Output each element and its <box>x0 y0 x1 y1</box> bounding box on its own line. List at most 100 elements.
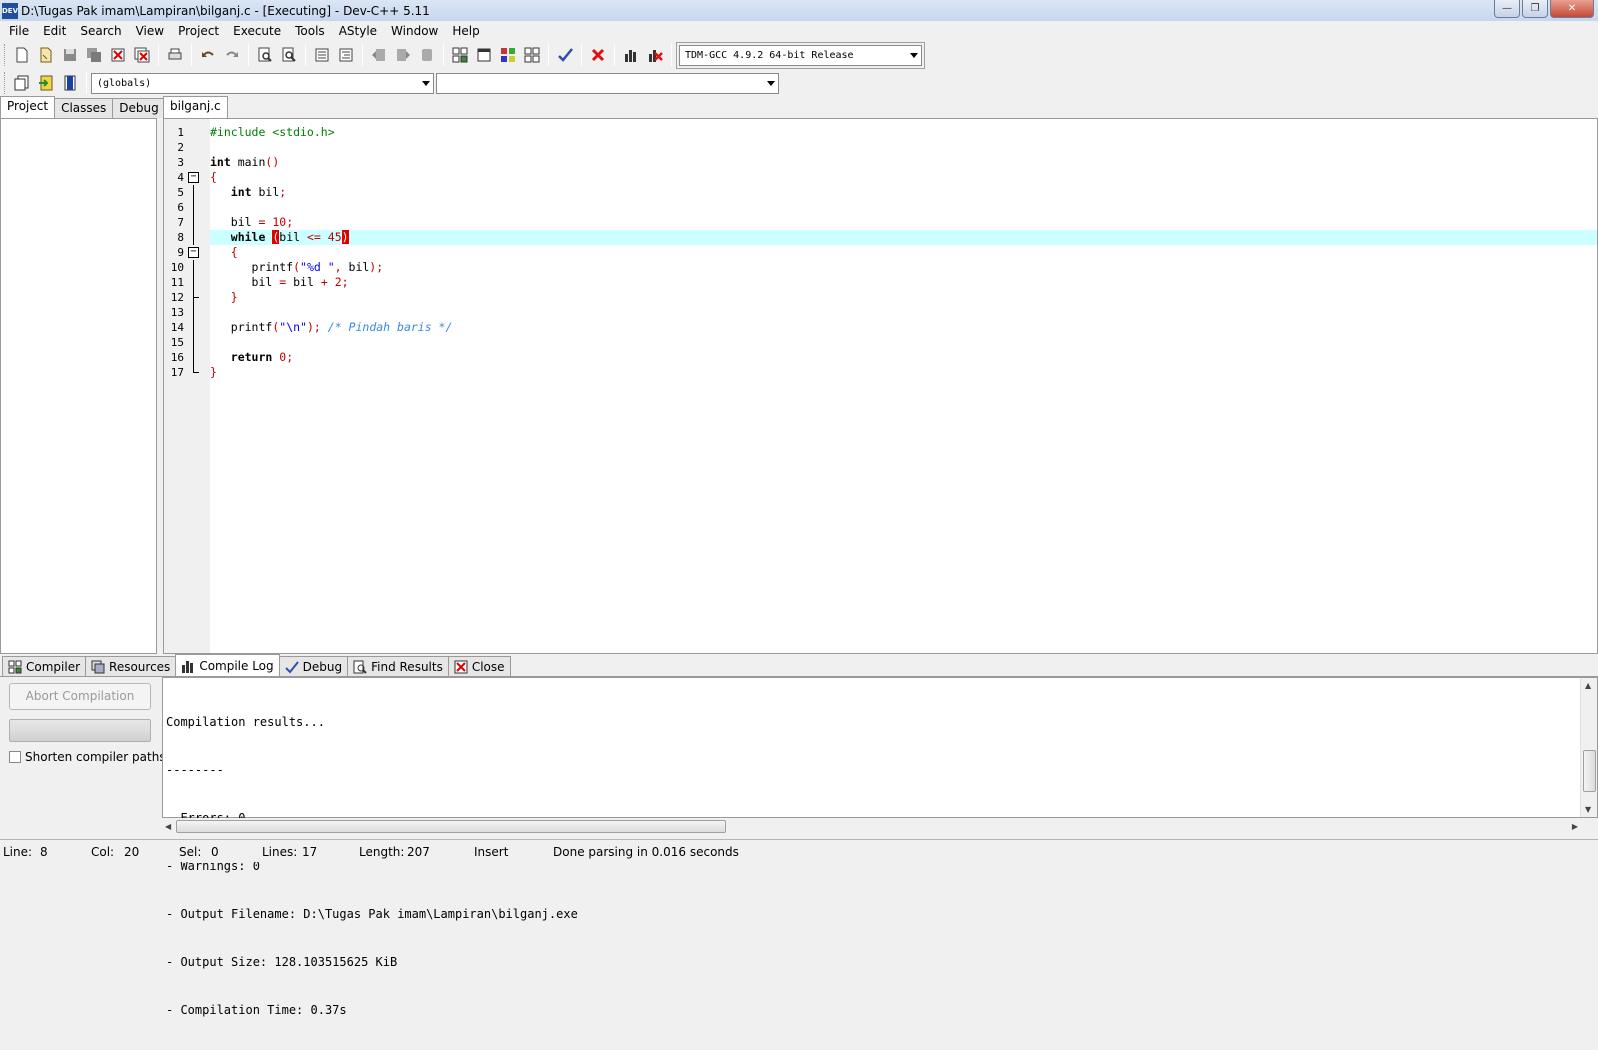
bar-chart-icon <box>182 660 194 673</box>
compiler-select[interactable]: TDM-GCC 4.9.2 64-bit Release <box>679 44 922 66</box>
scroll-up-icon[interactable]: ▲ <box>1585 681 1591 690</box>
tab-find-results[interactable]: Find Results <box>347 656 449 676</box>
status-message: Done parsing in 0.016 seconds <box>553 845 739 859</box>
code-line: 15 <box>171 335 1597 350</box>
menu-tools[interactable]: Tools <box>288 24 332 38</box>
shorten-paths-checkbox[interactable] <box>9 751 21 763</box>
insert-icon[interactable] <box>11 72 33 94</box>
print-icon[interactable] <box>164 44 186 66</box>
scrollbar-thumb[interactable] <box>1583 750 1596 792</box>
tab-resources[interactable]: Resources <box>85 656 177 676</box>
run-icon[interactable] <box>473 44 495 66</box>
toolbar-separator <box>548 44 549 66</box>
code-editor[interactable]: 1 #include <stdio.h> 2 3 int main() 4−{ 5 … <box>163 118 1598 654</box>
tab-compile-log-label: Compile Log <box>199 658 274 673</box>
menu-astyle[interactable]: AStyle <box>332 24 384 38</box>
editor-tabs: bilganj.c <box>163 96 1598 118</box>
goto-forward-icon[interactable] <box>392 44 414 66</box>
goto-back-icon[interactable] <box>368 44 390 66</box>
shorten-paths-option[interactable]: Shorten compiler paths <box>9 750 166 764</box>
scroll-right-icon[interactable]: ▶ <box>1572 822 1578 831</box>
resources-icon <box>91 660 105 673</box>
rebuild-icon[interactable] <box>521 44 543 66</box>
toolbar-grip[interactable] <box>4 72 7 94</box>
tab-compiler[interactable]: Compiler <box>2 656 87 676</box>
tab-debug[interactable]: Debug <box>112 98 166 118</box>
chevron-down-icon[interactable] <box>910 52 918 58</box>
close-button[interactable]: ✕ <box>1550 0 1594 18</box>
toolbar-separator <box>362 44 363 66</box>
compile-progress-bar <box>9 719 151 742</box>
tab-compile-log[interactable]: Compile Log <box>175 654 280 676</box>
unindent-icon[interactable] <box>335 44 357 66</box>
stop-execution-icon[interactable] <box>587 44 609 66</box>
delete-profile-icon[interactable] <box>644 44 666 66</box>
open-file-icon[interactable] <box>35 44 57 66</box>
scope-select[interactable]: (globals) <box>91 72 434 94</box>
menu-window[interactable]: Window <box>384 24 445 38</box>
log-line: - Output Size: 128.103515625 KiB <box>166 955 398 969</box>
minimize-button[interactable]: — <box>1494 0 1520 18</box>
fold-collapse-icon[interactable]: − <box>188 247 199 258</box>
tab-classes[interactable]: Classes <box>54 98 114 118</box>
tab-close-panel[interactable]: Close <box>447 656 511 676</box>
find-icon[interactable] <box>254 44 276 66</box>
compile-log-output[interactable]: Compilation results... -------- - Errors… <box>162 677 1598 1017</box>
save-icon[interactable] <box>59 44 81 66</box>
syntax-check-icon[interactable] <box>554 44 576 66</box>
indent-icon[interactable] <box>311 44 333 66</box>
main-toolbar: TDM-GCC 4.9.2 64-bit Release <box>0 41 940 69</box>
code-line: 3 int main() <box>177 155 280 169</box>
class-toolbar: (globals) <box>0 69 800 97</box>
tab-project[interactable]: Project <box>0 96 56 118</box>
abort-compilation-button[interactable]: Abort Compilation <box>9 683 151 710</box>
member-select[interactable] <box>436 72 779 94</box>
toggle-bookmark-icon[interactable] <box>35 72 57 94</box>
menu-help[interactable]: Help <box>445 24 486 38</box>
code-line: 6 <box>177 200 1597 215</box>
save-all-icon[interactable] <box>83 44 105 66</box>
undo-icon[interactable] <box>197 44 219 66</box>
menu-view[interactable]: View <box>129 24 171 38</box>
status-lines-value: 17 <box>302 845 318 859</box>
window-controls: — ❐ ✕ <box>1494 0 1594 18</box>
scroll-down-icon[interactable]: ▼ <box>1585 805 1591 814</box>
menu-project[interactable]: Project <box>171 24 226 38</box>
tab-file-bilganj[interactable]: bilganj.c <box>163 96 228 118</box>
toolbar-separator <box>191 44 192 66</box>
log-horizontal-scrollbar[interactable]: ◀ ▶ <box>162 818 1581 835</box>
code-line: 12 } <box>170 290 238 305</box>
chevron-down-icon[interactable] <box>767 80 775 86</box>
status-col-value: 20 <box>124 845 140 859</box>
compile-icon[interactable] <box>449 44 471 66</box>
scroll-left-icon[interactable]: ◀ <box>165 822 171 831</box>
log-vertical-scrollbar[interactable]: ▲ ▼ <box>1580 678 1597 817</box>
fold-collapse-icon[interactable]: − <box>188 172 199 183</box>
menu-execute[interactable]: Execute <box>226 24 288 38</box>
redo-icon[interactable] <box>221 44 243 66</box>
replace-icon[interactable] <box>278 44 300 66</box>
close-file-icon[interactable] <box>107 44 129 66</box>
devcpp-app-icon[interactable]: DEV <box>2 2 18 19</box>
close-all-icon[interactable] <box>131 44 153 66</box>
toolbar-separator <box>581 44 582 66</box>
code-text[interactable]: 1 #include <stdio.h> 2 3 int main() 4−{ 5 … <box>170 125 1597 380</box>
toolbar-grip[interactable] <box>4 44 7 66</box>
scrollbar-thumb[interactable] <box>176 820 726 833</box>
project-panel-tabs: Project Classes Debug <box>0 96 166 118</box>
restore-button[interactable]: ❐ <box>1522 0 1548 18</box>
tab-debug-output[interactable]: Debug <box>278 656 349 676</box>
menu-file[interactable]: File <box>2 24 36 38</box>
compile-run-icon[interactable] <box>497 44 519 66</box>
profile-icon[interactable] <box>620 44 642 66</box>
new-file-icon[interactable] <box>11 44 33 66</box>
compile-log-panel: Abort Compilation Shorten compiler paths… <box>0 676 1598 1017</box>
project-tree[interactable] <box>0 118 157 654</box>
bookmark-icon[interactable] <box>416 44 438 66</box>
menu-search[interactable]: Search <box>73 24 128 38</box>
chevron-down-icon[interactable] <box>422 80 430 86</box>
code-line: 1 #include <stdio.h> <box>177 125 335 139</box>
goto-bookmark-icon[interactable] <box>59 72 81 94</box>
menu-edit[interactable]: Edit <box>36 24 73 38</box>
code-line: 2 <box>177 141 184 154</box>
